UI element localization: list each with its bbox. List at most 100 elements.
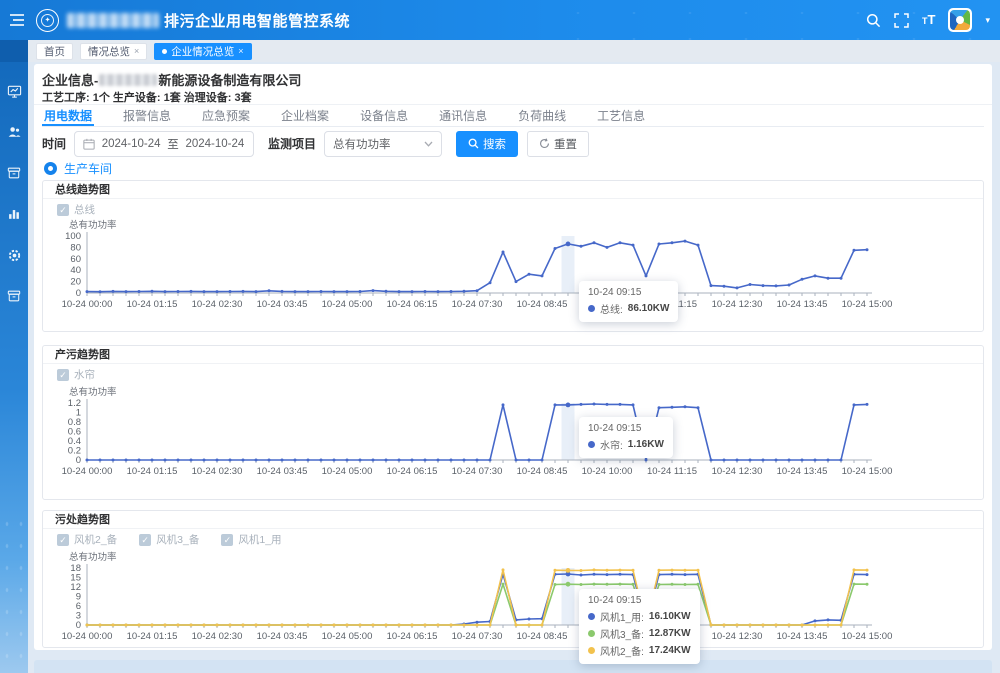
svg-text:0.6: 0.6 <box>68 427 81 438</box>
svg-text:10-24 07:30: 10-24 07:30 <box>452 299 503 310</box>
tooltip-time: 10-24 09:15 <box>588 287 669 298</box>
svg-text:0.8: 0.8 <box>68 417 81 428</box>
svg-text:10-24 15:00: 10-24 15:00 <box>842 466 893 477</box>
radio-checked-icon <box>44 162 57 175</box>
checkbox-checked-icon: ✓ <box>57 534 69 546</box>
select-value: 总有功功率 <box>333 136 424 152</box>
svg-text:10-24 12:30: 10-24 12:30 <box>712 631 763 642</box>
enterprise-detail-card: 企业信息- 新能源设备制造有限公司 工艺工序: 1个 生产设备: 1套 治理设备… <box>34 64 992 650</box>
chart-legend: ✓水帘 <box>43 364 983 380</box>
svg-text:10-24 05:00: 10-24 05:00 <box>322 466 373 477</box>
checkbox-checked-icon: ✓ <box>57 204 69 216</box>
svg-text:10-24 03:45: 10-24 03:45 <box>257 631 308 642</box>
svg-text:100: 100 <box>65 231 81 242</box>
legend-checkbox[interactable]: ✓ 风机2_备 <box>57 532 117 547</box>
chevron-down-icon <box>424 141 433 147</box>
nav-tab-6[interactable]: 通讯信息 <box>437 106 489 126</box>
sidebar-item-settings[interactable] <box>0 240 28 270</box>
font-size-icon[interactable]: TT <box>922 12 935 28</box>
svg-text:10-24 05:00: 10-24 05:00 <box>322 631 373 642</box>
nav-tab-4[interactable]: 企业档案 <box>279 106 331 126</box>
svg-text:40: 40 <box>70 265 81 276</box>
legend-label: 水帘 <box>74 367 95 382</box>
svg-text:20: 20 <box>70 277 81 288</box>
caret-down-icon[interactable]: ▾ <box>985 15 990 26</box>
time-label: 时间 <box>42 135 66 152</box>
svg-text:10-24 08:45: 10-24 08:45 <box>517 631 568 642</box>
sidebar-item-archive[interactable] <box>0 158 28 188</box>
search-button[interactable]: 搜索 <box>456 131 518 157</box>
radio-production-workshop[interactable]: 生产车间 <box>44 160 112 177</box>
series-marker-icon <box>588 613 595 620</box>
chart-tooltip: 10-24 09:15 风机1_用:16.10KW风机3_备:12.87KW风机… <box>579 589 700 664</box>
nav-tab-8[interactable]: 工艺信息 <box>595 106 647 126</box>
app-title: 排污企业用电智能管控系统 <box>164 10 350 31</box>
chart-legend: ✓总线 <box>43 199 983 215</box>
svg-text:10-24 12:30: 10-24 12:30 <box>712 466 763 477</box>
nav-tab-2[interactable]: 报警信息 <box>121 106 173 126</box>
tab-overview[interactable]: 情况总览 × <box>80 43 147 60</box>
svg-text:10-24 01:15: 10-24 01:15 <box>127 299 178 310</box>
svg-text:10-24 08:45: 10-24 08:45 <box>517 299 568 310</box>
svg-text:18: 18 <box>70 563 81 574</box>
legend-checkbox[interactable]: ✓水帘 <box>57 367 95 382</box>
tooltip-entry: 风机1_用:16.10KW <box>588 609 691 624</box>
legend-label: 风机1_用 <box>238 532 281 547</box>
refresh-icon <box>539 138 550 149</box>
sidebar-item-records[interactable] <box>0 281 28 311</box>
app-logo-icon: ✦ <box>36 9 59 32</box>
svg-text:10-24 07:30: 10-24 07:30 <box>452 466 503 477</box>
divider <box>34 104 992 105</box>
svg-text:总有功功率: 总有功功率 <box>69 386 117 398</box>
monitor-item-label: 监测项目 <box>268 135 316 152</box>
nav-tab-5[interactable]: 设备信息 <box>358 106 410 126</box>
close-tab-icon[interactable]: × <box>134 46 139 56</box>
pollution-treat-line-chart[interactable]: 总有功功率036912151810-24 00:0010-24 01:1510-… <box>43 551 983 643</box>
user-avatar[interactable] <box>948 8 972 32</box>
svg-text:总有功功率: 总有功功率 <box>69 551 117 563</box>
panel-title: 总线趋势图 <box>55 184 110 196</box>
sidebar-item-statistics[interactable] <box>0 199 28 229</box>
svg-text:10-24 12:30: 10-24 12:30 <box>712 299 763 310</box>
date-range-input[interactable]: 2024-10-24 至 2024-10-24 <box>74 131 254 157</box>
bus-line-chart[interactable]: 总有功功率02040608010010-24 00:0010-24 01:151… <box>43 219 983 311</box>
close-tab-icon[interactable]: × <box>238 46 243 56</box>
legend-label: 风机2_备 <box>74 532 117 547</box>
nav-tab-3[interactable]: 应急预案 <box>200 106 252 126</box>
search-icon[interactable] <box>866 13 881 28</box>
sidebar-item-dashboard[interactable] <box>0 40 28 62</box>
series-marker-icon <box>588 305 595 312</box>
legend-checkbox[interactable]: ✓风机3_备 <box>139 532 199 547</box>
date-from-value[interactable]: 2024-10-24 <box>101 138 161 150</box>
sidebar-nav <box>0 40 28 673</box>
svg-text:10-24 08:45: 10-24 08:45 <box>517 466 568 477</box>
next-section-edge <box>34 660 992 673</box>
sidebar-item-monitor[interactable] <box>0 76 28 106</box>
redacted-company-name <box>99 74 157 86</box>
reset-button[interactable]: 重置 <box>527 131 589 157</box>
menu-collapse-icon[interactable] <box>9 13 25 27</box>
svg-text:0: 0 <box>76 455 81 466</box>
svg-text:10-24 10:00: 10-24 10:00 <box>582 466 633 477</box>
chart-legend: ✓ 风机2_备 ✓风机3_备 ✓ 风机1_用 <box>43 529 983 545</box>
sidebar-item-users[interactable] <box>0 117 28 147</box>
tab-home[interactable]: 首页 <box>36 43 73 60</box>
svg-text:9: 9 <box>76 592 81 603</box>
tooltip-time: 10-24 09:15 <box>588 595 691 606</box>
legend-checkbox[interactable]: ✓ 风机1_用 <box>221 532 281 547</box>
nav-tab-7[interactable]: 负荷曲线 <box>516 106 568 126</box>
checkbox-checked-icon: ✓ <box>221 534 233 546</box>
nav-tab-1[interactable]: 用电数据 <box>42 106 94 126</box>
monitor-item-select[interactable]: 总有功功率 <box>324 131 442 157</box>
calendar-icon <box>83 138 95 150</box>
pollution-gen-line-chart[interactable]: 总有功功率00.20.40.60.811.210-24 00:0010-24 0… <box>43 386 983 478</box>
svg-text:10-24 07:30: 10-24 07:30 <box>452 631 503 642</box>
fullscreen-icon[interactable] <box>894 13 909 28</box>
legend-checkbox[interactable]: ✓总线 <box>57 202 95 217</box>
tab-enterprise-overview[interactable]: 企业情况总览 × <box>154 43 251 60</box>
svg-text:1.2: 1.2 <box>68 398 81 409</box>
svg-text:15: 15 <box>70 573 81 584</box>
svg-text:10-24 01:15: 10-24 01:15 <box>127 466 178 477</box>
date-to-value[interactable]: 2024-10-24 <box>185 138 245 150</box>
svg-text:10-24 05:00: 10-24 05:00 <box>322 299 373 310</box>
